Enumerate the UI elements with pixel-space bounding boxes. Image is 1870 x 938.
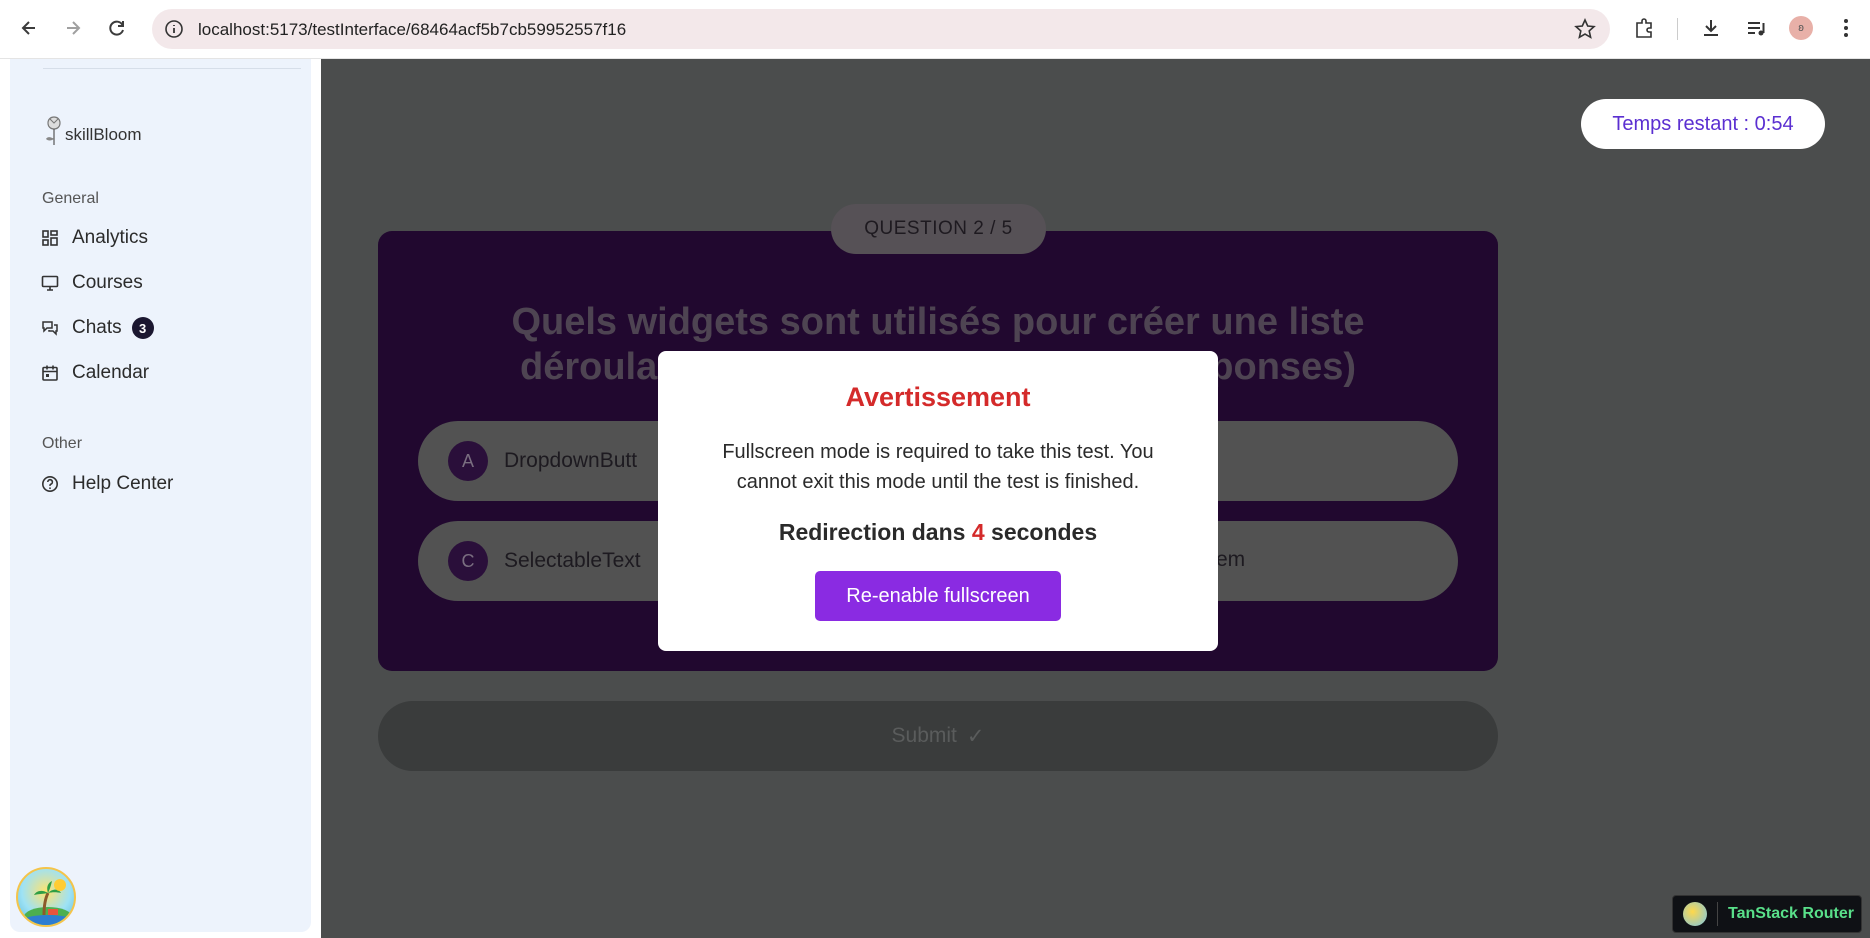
sidebar-item-label: Help Center xyxy=(72,473,174,494)
url-text: localhost:5173/testInterface/68464acf5b7… xyxy=(198,20,627,39)
grid-icon xyxy=(40,228,60,248)
question-title-line2-left: déroula xyxy=(520,346,658,388)
tulip-logo-icon xyxy=(46,116,61,145)
question-counter: QUESTION 2 / 5 xyxy=(831,204,1046,254)
time-remaining-pill: Temps restant : 0:54 xyxy=(1581,99,1825,149)
arrow-left-icon xyxy=(21,21,35,35)
tanstack-separator xyxy=(1717,902,1718,926)
menu-kebab-icon[interactable] xyxy=(1832,14,1860,42)
sidebar-panel: skillBloom General Analytics Courses Cha… xyxy=(10,59,311,932)
sidebar-item-label: Chats xyxy=(72,317,122,338)
dialog-message: Fullscreen mode is required to take this… xyxy=(688,437,1188,497)
sidebar-item-chats[interactable]: Chats 3 xyxy=(40,313,154,343)
dialog-message-line2: cannot exit this mode until the test is … xyxy=(736,471,1140,493)
answer-text: DropdownButt xyxy=(504,449,638,472)
browser-toolbar: localhost:5173/testInterface/68464acf5b7… xyxy=(0,0,1870,59)
answer-letter: A xyxy=(448,441,488,481)
arrow-right-icon xyxy=(67,21,81,35)
logo-text: skillBloom xyxy=(65,125,142,144)
question-title-line1: Quels widgets sont utilisés pour créer u… xyxy=(511,301,1365,343)
forward-button[interactable] xyxy=(58,13,88,43)
dialog-message-line1: Fullscreen mode is required to take this… xyxy=(722,441,1154,463)
fullscreen-warning-dialog: Avertissement Fullscreen mode is require… xyxy=(658,351,1218,651)
help-icon xyxy=(40,474,60,494)
sidebar-item-label: Courses xyxy=(72,272,143,293)
reload-icon xyxy=(109,20,124,36)
section-label-general: General xyxy=(42,190,99,207)
back-button[interactable] xyxy=(14,13,44,43)
sidebar-item-label: Calendar xyxy=(72,362,150,383)
chat-icon xyxy=(40,318,60,338)
sidebar: skillBloom General Analytics Courses Cha… xyxy=(0,59,321,938)
reload-button[interactable] xyxy=(102,13,132,43)
redirect-suffix: secondes xyxy=(991,519,1098,545)
app-logo[interactable]: skillBloom xyxy=(43,113,142,147)
tanstack-logo-icon xyxy=(1683,902,1707,926)
tanstack-devtools-toggle[interactable]: TanStack Router xyxy=(1672,895,1862,933)
sidebar-item-help-center[interactable]: Help Center xyxy=(40,469,173,499)
extensions-icon[interactable] xyxy=(1630,14,1658,42)
address-bar[interactable]: localhost:5173/testInterface/68464acf5b7… xyxy=(152,9,1610,49)
toolbar-divider xyxy=(1677,18,1678,40)
bookmark-star-icon[interactable] xyxy=(1574,18,1596,45)
user-avatar[interactable] xyxy=(16,867,76,927)
media-queue-icon[interactable] xyxy=(1742,14,1770,42)
sidebar-divider xyxy=(43,68,301,69)
submit-button[interactable]: Submit ✓ xyxy=(378,701,1498,771)
check-icon: ✓ xyxy=(966,724,985,748)
answer-text-right: em xyxy=(1216,548,1246,571)
redirect-count: 4 xyxy=(971,519,985,545)
submit-label: Submit xyxy=(891,724,957,747)
site-info-icon[interactable] xyxy=(164,19,184,44)
answer-text: SelectableText xyxy=(504,549,641,572)
monitor-icon xyxy=(40,273,60,293)
redirect-prefix: Redirection dans xyxy=(778,519,966,545)
profile-avatar[interactable]: ʚ xyxy=(1789,16,1813,40)
sidebar-item-courses[interactable]: Courses xyxy=(40,268,143,298)
sidebar-item-analytics[interactable]: Analytics xyxy=(40,223,148,253)
question-title-line2-right: ponses) xyxy=(1210,346,1356,388)
chats-count-badge: 3 xyxy=(131,317,154,339)
sidebar-item-label: Analytics xyxy=(72,227,149,248)
dialog-title: Avertissement xyxy=(845,382,1031,412)
re-enable-fullscreen-button[interactable]: Re-enable fullscreen xyxy=(815,571,1061,621)
redirect-countdown: Redirection dans 4 secondes xyxy=(658,519,1218,546)
calendar-icon xyxy=(40,363,60,383)
sidebar-item-calendar[interactable]: Calendar xyxy=(40,358,149,388)
answer-letter: C xyxy=(448,541,488,581)
download-icon[interactable] xyxy=(1697,14,1725,42)
section-label-other: Other xyxy=(42,435,83,452)
tanstack-label: TanStack Router xyxy=(1728,905,1854,922)
